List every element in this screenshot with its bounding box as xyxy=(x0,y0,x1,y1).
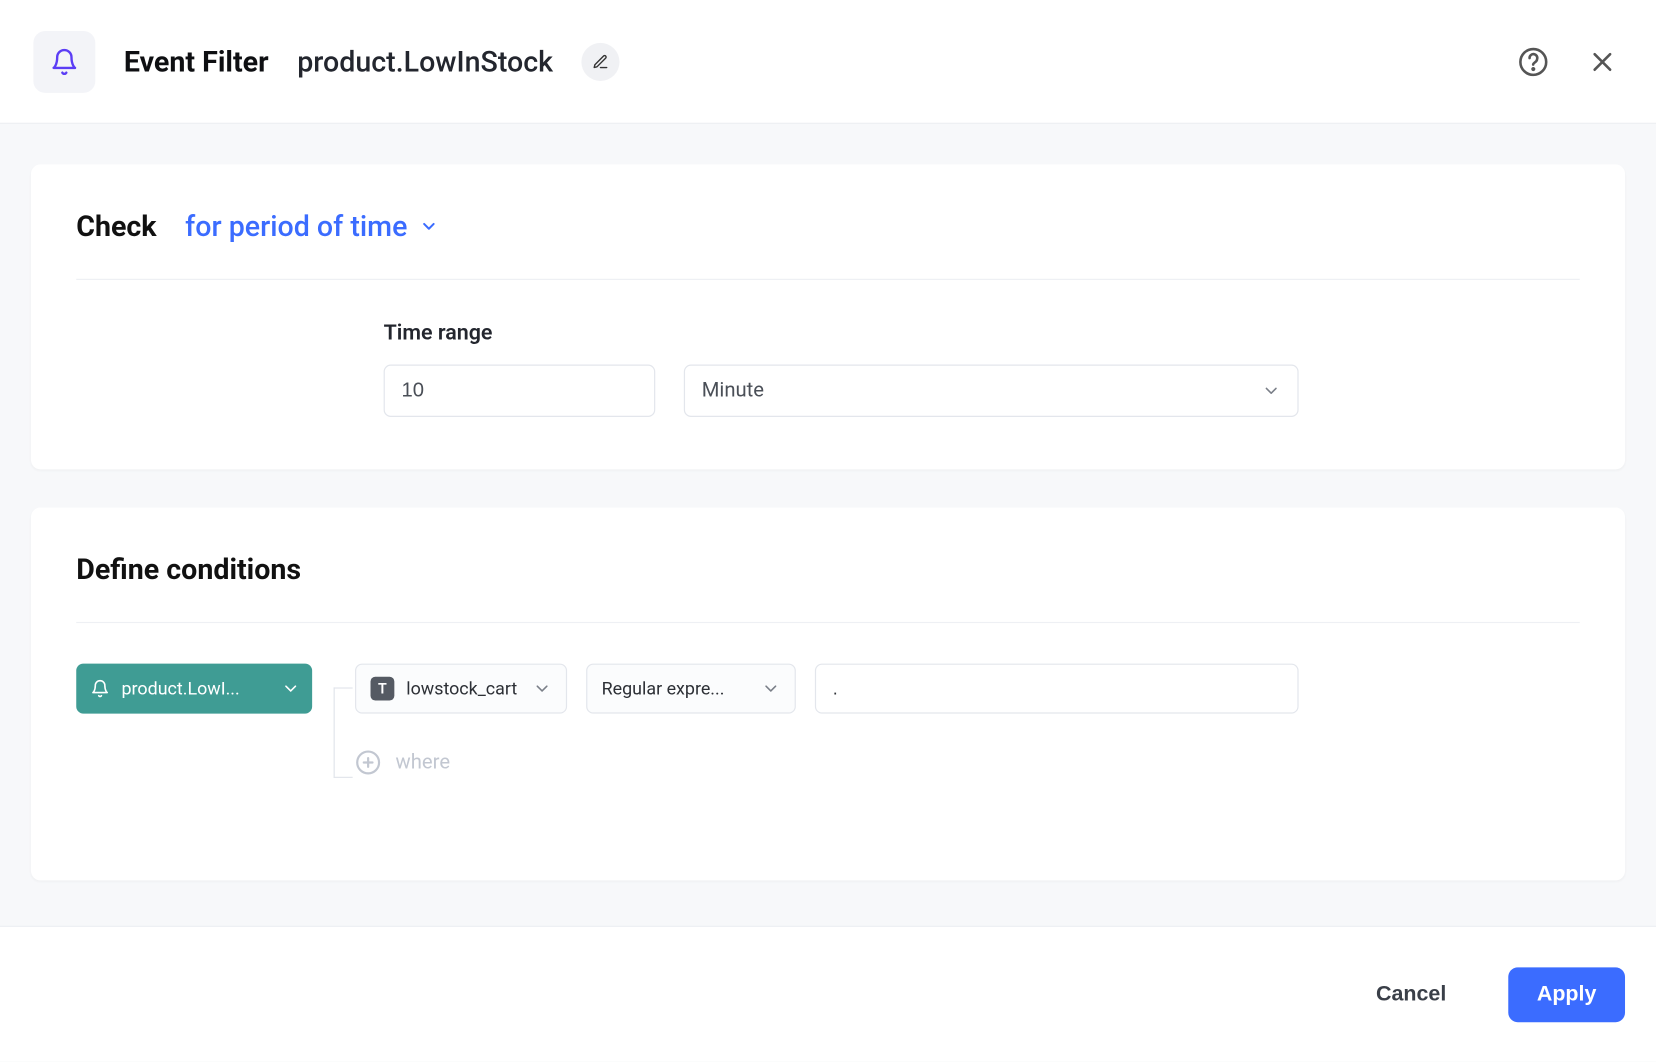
value-input[interactable] xyxy=(815,664,1299,714)
plus-circle-icon xyxy=(355,749,381,775)
event-select[interactable]: product.LowI... xyxy=(76,664,312,714)
operator-select[interactable]: Regular expre... xyxy=(586,664,796,714)
check-card: Check for period of time Time range Minu… xyxy=(31,164,1625,469)
chevron-down-icon xyxy=(533,679,552,698)
add-where-label: where xyxy=(396,751,451,775)
help-icon xyxy=(1518,46,1549,77)
chevron-down-icon xyxy=(761,679,780,698)
close-button[interactable] xyxy=(1587,46,1618,77)
check-period-dropdown[interactable]: for period of time xyxy=(185,210,438,243)
time-range-unit-label: Minute xyxy=(702,379,764,403)
add-where-button[interactable]: where xyxy=(355,749,1580,775)
chevron-down-icon xyxy=(1262,381,1281,400)
time-range-label: Time range xyxy=(384,320,1580,345)
cancel-button[interactable]: Cancel xyxy=(1347,967,1475,1022)
header: Event Filter product.LowInStock xyxy=(0,0,1656,124)
filter-name: product.LowInStock xyxy=(297,45,553,78)
chevron-down-icon xyxy=(281,679,300,698)
close-icon xyxy=(1587,46,1618,77)
apply-button[interactable]: Apply xyxy=(1508,967,1625,1022)
edit-name-button[interactable] xyxy=(582,42,620,80)
check-period-label: for period of time xyxy=(185,210,407,243)
operator-select-label: Regular expre... xyxy=(602,678,725,699)
bell-icon xyxy=(50,47,79,76)
event-select-label: product.LowI... xyxy=(122,678,270,699)
conditions-card: Define conditions product.LowI... T lows… xyxy=(31,508,1625,881)
time-range-unit-select[interactable]: Minute xyxy=(684,365,1299,417)
type-text-badge: T xyxy=(371,677,395,701)
chevron-down-icon xyxy=(419,217,438,236)
conditions-title: Define conditions xyxy=(76,553,1580,623)
page-title: Event Filter xyxy=(124,45,269,78)
footer: Cancel Apply xyxy=(0,926,1656,1062)
bell-icon-box xyxy=(33,30,95,92)
time-range-value-input[interactable] xyxy=(384,365,656,417)
field-select[interactable]: T lowstock_cart xyxy=(355,664,567,714)
field-select-label: lowstock_cart xyxy=(406,678,517,699)
bell-icon xyxy=(91,679,110,698)
help-button[interactable] xyxy=(1518,46,1549,77)
check-label: Check xyxy=(76,210,156,243)
pencil-icon xyxy=(592,53,609,70)
